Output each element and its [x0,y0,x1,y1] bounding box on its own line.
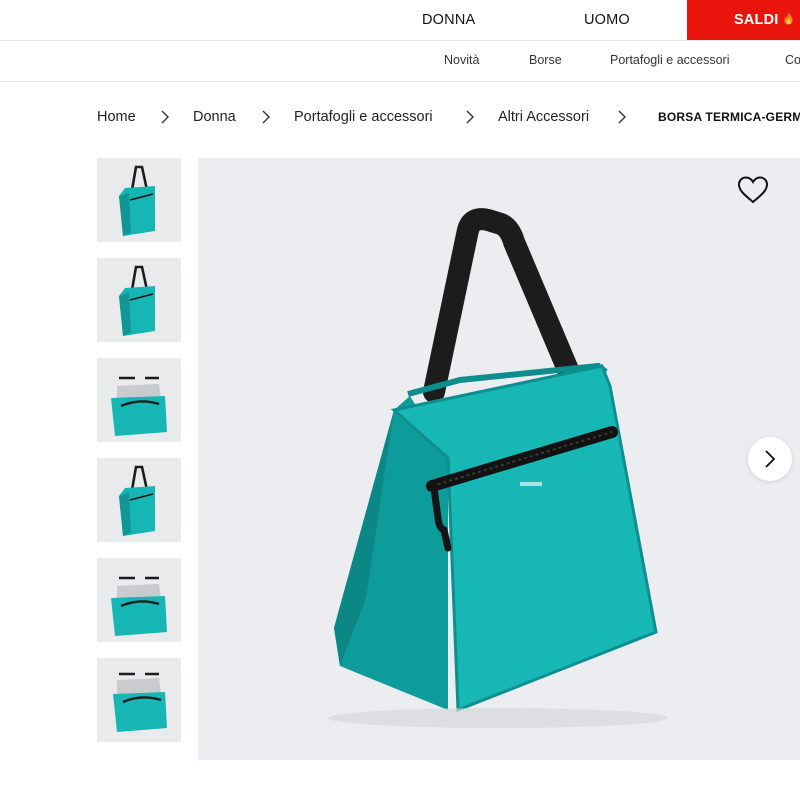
flame-icon [784,12,792,25]
thumbnail-image [111,576,167,636]
chevron-right-icon [618,110,626,124]
thumbnail-6[interactable] [97,658,181,742]
nav-donna[interactable]: DONNA [422,0,475,40]
breadcrumb-portafogli[interactable]: Portafogli e accessori [294,100,433,134]
heart-icon[interactable] [736,174,770,206]
brand-mark [520,482,542,486]
subnav-novita[interactable]: Novità [444,41,479,81]
thumbnail-image [119,165,155,236]
nav-uomo[interactable]: UOMO [584,0,630,40]
subnav-co[interactable]: Co [785,41,800,81]
main-product-image [198,158,800,760]
thumbnail-image [111,376,167,436]
nav-saldi[interactable]: SALDI [687,0,800,40]
subnav-portafogli[interactable]: Portafogli e accessori [610,41,730,81]
top-navigation: DONNA UOMO SALDI [0,0,800,41]
thumbnail-image [119,465,155,536]
sub-navigation: Novità Borse Portafogli e accessori Co [0,41,800,82]
thumbnail-5[interactable] [97,558,181,642]
thumbnail-image [119,265,155,336]
thumbnail-3[interactable] [97,358,181,442]
nav-saldi-label: SALDI [734,12,779,28]
breadcrumb: Home Donna Portafogli e accessori Altri … [0,100,800,134]
chevron-right-icon [466,110,474,124]
thumbnail-2[interactable] [97,258,181,342]
breadcrumb-donna[interactable]: Donna [193,100,236,134]
thumbnail-4[interactable] [97,458,181,542]
next-image-button[interactable] [748,437,792,481]
subnav-borse[interactable]: Borse [529,41,562,81]
chevron-right-icon [262,110,270,124]
thumbnail-1[interactable] [97,158,181,242]
breadcrumb-altri-accessori[interactable]: Altri Accessori [498,100,589,134]
breadcrumb-current: BORSA TERMICA-GERMA [658,110,800,124]
thumbnail-image [113,672,167,732]
chevron-right-icon [765,450,776,468]
product-bag-illustration [328,208,668,728]
chevron-right-icon [161,110,169,124]
breadcrumb-home[interactable]: Home [97,100,136,134]
